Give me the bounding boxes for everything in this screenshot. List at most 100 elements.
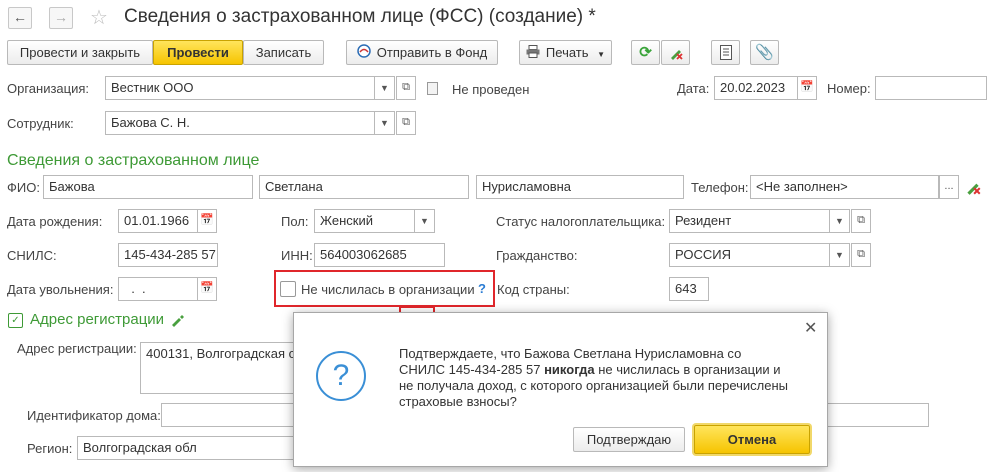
post-and-close-button[interactable]: Провести и закрыть xyxy=(7,40,153,65)
edit-clear-button[interactable] xyxy=(661,40,690,65)
chevron-down-icon: ▼ xyxy=(835,216,844,226)
phone-label: Телефон: xyxy=(691,180,749,195)
pencil-cross-icon xyxy=(670,50,683,60)
chevron-down-icon: ▼ xyxy=(380,118,389,128)
phone-field[interactable]: <Не заполнен> xyxy=(750,175,939,199)
chevron-down-icon: ▼ xyxy=(835,250,844,260)
calendar-icon: 📅 xyxy=(200,214,214,226)
page-title: Сведения о застрахованном лице (ФСС) (со… xyxy=(124,6,596,27)
citizenship-open-button[interactable]: ⧉ xyxy=(851,243,871,267)
print-button[interactable]: Печать ▼ xyxy=(519,40,612,65)
open-window-icon: ⧉ xyxy=(857,248,865,260)
paperclip-icon: 📎 xyxy=(755,44,774,61)
org-dropdown-button[interactable]: ▼ xyxy=(375,76,395,100)
pencil-cross-icon xyxy=(967,183,981,195)
employee-open-button[interactable]: ⧉ xyxy=(396,111,416,135)
date-label: Дата: xyxy=(677,81,710,96)
number-field[interactable] xyxy=(875,76,987,100)
address-section-title[interactable]: Адрес регистрации xyxy=(30,311,164,328)
chevron-down-icon: ▼ xyxy=(380,83,389,93)
confirm-button[interactable]: Подтверждаю xyxy=(573,427,685,452)
gender-field[interactable]: Женский xyxy=(314,209,415,233)
refresh-icon: ⟳ xyxy=(639,44,652,61)
tax-status-open-button[interactable]: ⧉ xyxy=(851,209,871,233)
birth-date-calendar-button[interactable]: 📅 xyxy=(197,209,217,233)
arrow-left-icon: ← xyxy=(13,9,27,25)
reg-address-field[interactable]: 400131, Волгоградская о xyxy=(140,342,295,394)
inn-label: ИНН: xyxy=(281,248,313,263)
cancel-button[interactable]: Отмена xyxy=(694,425,810,454)
employee-dropdown-button[interactable]: ▼ xyxy=(375,111,395,135)
tax-status-dropdown-button[interactable]: ▼ xyxy=(830,209,850,233)
dialog-message: Подтверждаете, что Бажова Светлана Нурис… xyxy=(399,346,788,409)
open-window-icon: ⧉ xyxy=(402,116,410,128)
gender-dropdown-button[interactable]: ▼ xyxy=(415,209,435,233)
dismissal-date-label: Дата увольнения: xyxy=(7,282,114,297)
post-button[interactable]: Провести xyxy=(153,40,243,65)
open-window-icon: ⧉ xyxy=(402,81,410,93)
date-field[interactable]: 20.02.2023 xyxy=(714,76,798,100)
house-id-label: Идентификатор дома: xyxy=(27,408,161,423)
employee-label: Сотрудник: xyxy=(7,116,74,131)
citizenship-field[interactable]: РОССИЯ xyxy=(669,243,830,267)
phone-select-button[interactable]: ... xyxy=(939,175,959,199)
region-field[interactable]: Волгоградская обл xyxy=(77,436,295,460)
help-icon[interactable]: ? xyxy=(478,281,486,296)
org-label: Организация: xyxy=(7,81,90,96)
citizenship-label: Гражданство: xyxy=(496,248,578,263)
tax-status-label: Статус налогоплательщика: xyxy=(496,214,666,229)
inn-field[interactable]: 564003062685 xyxy=(314,243,445,267)
not-listed-label: Не числилась в организации xyxy=(301,282,475,297)
confirm-dialog: ✕ ? Подтверждаете, что Бажова Светлана Н… xyxy=(293,312,828,467)
calendar-icon: 📅 xyxy=(800,81,814,93)
chevron-down-icon: ▼ xyxy=(420,216,429,226)
country-code-field[interactable]: 643 xyxy=(669,277,709,301)
forward-button[interactable]: → xyxy=(49,7,73,29)
snils-label: СНИЛС: xyxy=(7,248,57,263)
not-listed-checkbox[interactable] xyxy=(280,281,296,297)
birth-date-field[interactable]: 01.01.1966 xyxy=(118,209,198,233)
dismissal-date-field[interactable]: . . xyxy=(118,277,198,301)
house-id-field[interactable] xyxy=(161,403,295,427)
phone-edit-button[interactable] xyxy=(964,178,982,199)
snils-field[interactable]: 145-434-285 57 xyxy=(118,243,218,267)
close-icon[interactable]: ✕ xyxy=(804,318,817,338)
document-status-icon xyxy=(427,82,438,95)
date-calendar-button[interactable]: 📅 xyxy=(797,76,817,100)
report-button[interactable] xyxy=(711,40,740,65)
number-label: Номер: xyxy=(827,81,871,96)
favorite-star-icon[interactable]: ☆ xyxy=(90,5,108,30)
middle-name-field[interactable]: Нурисламовна xyxy=(476,175,684,199)
collapse-toggle-icon[interactable]: ✓ xyxy=(8,313,23,328)
back-button[interactable]: ← xyxy=(8,7,32,29)
tax-status-field[interactable]: Резидент xyxy=(669,209,830,233)
country-code-label: Код страны: xyxy=(497,282,570,297)
attach-button[interactable]: 📎 xyxy=(750,40,779,65)
chevron-down-icon: ▼ xyxy=(597,50,606,59)
calendar-icon: 📅 xyxy=(200,282,214,294)
last-name-field[interactable]: Бажова xyxy=(43,175,253,199)
pencil-icon[interactable] xyxy=(170,313,184,330)
birth-date-label: Дата рождения: xyxy=(7,214,103,229)
document-status-text: Не проведен xyxy=(452,82,530,97)
insured-section-title: Сведения о застрахованном лице xyxy=(7,152,260,169)
dismissal-date-calendar-button[interactable]: 📅 xyxy=(197,277,217,301)
question-icon: ? xyxy=(316,351,366,401)
send-to-fund-button[interactable]: Отправить в Фонд xyxy=(346,40,498,65)
reg-address-label: Адрес регистрации: xyxy=(17,341,137,356)
org-field[interactable]: Вестник ООО xyxy=(105,76,375,100)
document-list-icon xyxy=(719,45,732,60)
open-window-icon: ⧉ xyxy=(857,214,865,226)
employee-field[interactable]: Бажова С. Н. xyxy=(105,111,375,135)
refresh-button[interactable]: ⟳ xyxy=(631,40,660,65)
arrow-right-icon: → xyxy=(54,9,68,25)
house-id-field-right[interactable] xyxy=(826,403,929,427)
send-to-fund-label: Отправить в Фонд xyxy=(376,45,488,60)
first-name-field[interactable]: Светлана xyxy=(259,175,469,199)
fund-logo-icon xyxy=(357,42,371,65)
citizenship-dropdown-button[interactable]: ▼ xyxy=(830,243,850,267)
save-button[interactable]: Записать xyxy=(243,40,324,65)
org-open-button[interactable]: ⧉ xyxy=(396,76,416,100)
gender-label: Пол: xyxy=(281,214,309,229)
printer-icon xyxy=(526,42,540,65)
